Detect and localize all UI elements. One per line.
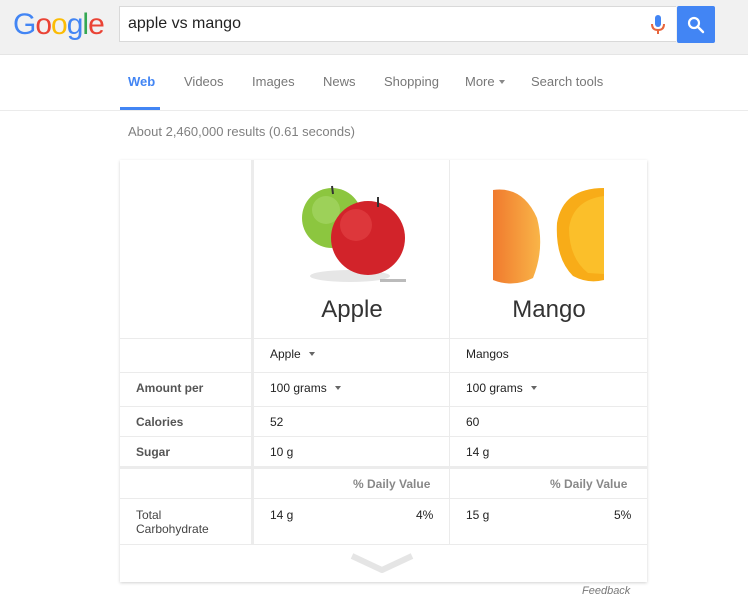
column-divider (251, 160, 254, 544)
mango-carbs-dv: 5% (614, 508, 632, 522)
apple-carbs-dv: 4% (416, 508, 434, 522)
search-button[interactable] (677, 6, 715, 43)
search-box (119, 6, 676, 42)
search-tabs: Web Videos Images News Shopping More Sea… (0, 55, 748, 111)
tab-more[interactable]: More (465, 74, 505, 89)
feedback-link[interactable]: Feedback (582, 585, 630, 597)
tab-news[interactable]: News (323, 74, 356, 89)
google-logo[interactable]: Google (13, 8, 105, 42)
chevron-down-icon (498, 79, 505, 84)
fruit-name-mango: Mango (512, 296, 586, 323)
active-tab-indicator (120, 107, 160, 110)
logo-letter: o (35, 8, 52, 41)
apple-amount-value: 100 grams (270, 381, 327, 395)
chevron-down-icon (334, 385, 341, 390)
microphone-icon[interactable] (649, 14, 667, 36)
expand-chevron-icon[interactable] (350, 552, 414, 574)
result-stats: About 2,460,000 results (0.61 seconds) (128, 124, 355, 139)
row-divider (120, 338, 647, 339)
mango-calories: 60 (466, 415, 480, 429)
row-label-total-carbohydrate: Total Carbohydrate (136, 508, 209, 536)
mango-carbs: 15 g (466, 508, 490, 522)
apple-carbs: 14 g (270, 508, 294, 522)
row-label-line: Total (136, 508, 162, 522)
search-input[interactable] (128, 7, 628, 41)
apple-variant-label: Apple (270, 347, 301, 361)
logo-letter: e (88, 8, 105, 41)
row-label-sugar: Sugar (136, 445, 171, 459)
row-divider (120, 544, 647, 545)
apple-daily-value-header: % Daily Value (353, 477, 431, 491)
chevron-down-icon (308, 351, 315, 356)
mango-variant-label: Mangos (466, 347, 509, 361)
tab-more-label: More (465, 74, 495, 89)
row-divider (120, 498, 647, 499)
mango-amount-select[interactable]: 100 grams (466, 381, 537, 395)
fruit-name-apple: Apple (321, 296, 383, 323)
comparison-card: Apple Mango Apple Mangos Amount per 100 … (120, 160, 647, 582)
mango-sugar: 14 g (466, 445, 490, 459)
tab-search-tools[interactable]: Search tools (531, 74, 603, 89)
mango-image[interactable] (493, 188, 604, 286)
tab-videos[interactable]: Videos (184, 74, 224, 89)
row-label-amount-per: Amount per (136, 381, 204, 395)
section-divider (120, 466, 647, 469)
tab-web[interactable]: Web (128, 74, 155, 89)
row-divider (120, 406, 647, 407)
logo-letter: G (13, 8, 36, 41)
apple-calories: 52 (270, 415, 284, 429)
top-bar: Google (0, 0, 748, 55)
apple-sugar: 10 g (270, 445, 294, 459)
tab-images[interactable]: Images (252, 74, 295, 89)
chevron-down-icon (530, 385, 537, 390)
mango-amount-value: 100 grams (466, 381, 523, 395)
logo-letter: o (51, 8, 68, 41)
apple-variant-select[interactable]: Apple (270, 347, 315, 361)
apple-amount-select[interactable]: 100 grams (270, 381, 341, 395)
row-label-calories: Calories (136, 415, 184, 429)
row-divider (120, 436, 647, 437)
mango-daily-value-header: % Daily Value (550, 477, 628, 491)
logo-letter: g (66, 8, 84, 41)
row-divider (120, 372, 647, 373)
tab-shopping[interactable]: Shopping (384, 74, 439, 89)
column-divider (449, 160, 450, 544)
row-label-line: Carbohydrate (136, 522, 209, 536)
search-icon (687, 16, 705, 34)
apple-image[interactable] (298, 180, 410, 288)
